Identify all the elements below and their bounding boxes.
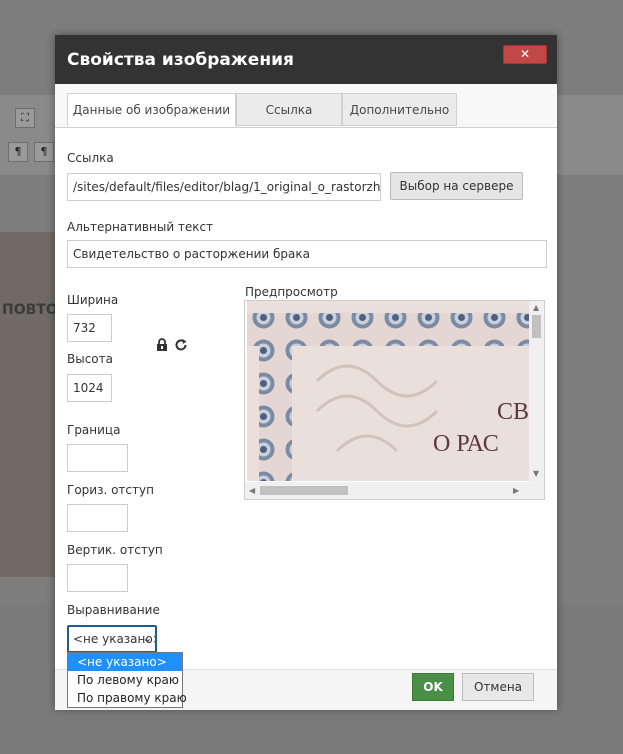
tab-link[interactable]: Ссылка [236,93,342,126]
lock-ratio-icon[interactable] [155,338,169,352]
preview-image: СВ О РАС [247,301,529,481]
hspace-input[interactable] [67,504,128,532]
cancel-button[interactable]: Отмена [462,673,534,701]
paragraph-rtl-icon: ¶ [34,142,54,162]
align-option-right[interactable]: По правому краю [68,689,187,707]
editor-document-background: ПОВТО [0,232,58,577]
height-input[interactable]: 1024 [67,374,112,402]
alt-text-label: Альтернативный текст [67,220,214,234]
align-label: Выравнивание [67,603,160,617]
horizontal-scroll-thumb[interactable] [260,486,348,495]
width-input[interactable]: 732 [67,314,112,342]
browse-server-button[interactable]: Выбор на сервере [390,172,523,200]
dialog-title: Свойства изображения [67,50,294,70]
close-button[interactable]: ✕ [503,45,547,64]
tab-bar: Данные об изображении Ссылка Дополнитель… [55,84,557,128]
dialog-header: Свойства изображения ✕ [55,35,557,84]
maximize-icon: ⛶ [15,108,35,128]
align-dropdown: <не указано> По левому краю По правому к… [67,652,187,708]
align-option-left[interactable]: По левому краю [68,671,182,689]
tab-image-info[interactable]: Данные об изображении [67,93,236,127]
image-properties-dialog: Свойства изображения ✕ Данные об изображ… [55,35,557,710]
preview-horizontal-scrollbar[interactable]: ◀ ▶ [245,482,544,499]
preview-text-line2: О РАС [433,431,499,457]
align-option-none[interactable]: <не указано> [68,653,182,671]
scroll-right-icon[interactable]: ▶ [513,486,519,495]
border-label: Граница [67,423,121,437]
alt-text-input[interactable]: Свидетельство о расторжении брака [67,240,547,268]
preview-label: Предпросмотр [245,285,338,299]
border-input[interactable] [67,444,128,472]
document-text: ПОВТО [2,302,58,318]
ok-button[interactable]: OK [412,673,454,701]
url-input[interactable]: /sites/default/files/editor/blag/1_origi… [67,173,381,201]
hspace-label: Гориз. отступ [67,483,154,497]
align-select[interactable]: <не указано> ⌄ [67,625,157,653]
vspace-input[interactable] [67,564,128,592]
tab-advanced[interactable]: Дополнительно [342,93,457,126]
scroll-left-icon[interactable]: ◀ [249,486,255,495]
vspace-label: Вертик. отступ [67,543,163,557]
scroll-up-icon[interactable]: ▲ [533,303,539,312]
certificate-border-image: СВ О РАС [247,301,529,481]
scroll-down-icon[interactable]: ▼ [533,469,539,478]
vertical-scroll-thumb[interactable] [532,315,541,338]
chevron-down-icon: ⌄ [142,632,152,645]
preview-text-line1: СВ [497,399,529,425]
width-label: Ширина [67,293,119,307]
paragraph-ltr-icon: ¶ [8,142,28,162]
close-icon: ✕ [519,47,531,61]
url-label: Ссылка [67,151,114,165]
height-label: Высота [67,352,113,366]
preview-box: СВ О РАС ▲ ▼ ◀ ▶ [244,300,545,500]
reset-size-icon[interactable] [173,337,189,353]
preview-vertical-scrollbar[interactable]: ▲ ▼ [529,301,544,482]
